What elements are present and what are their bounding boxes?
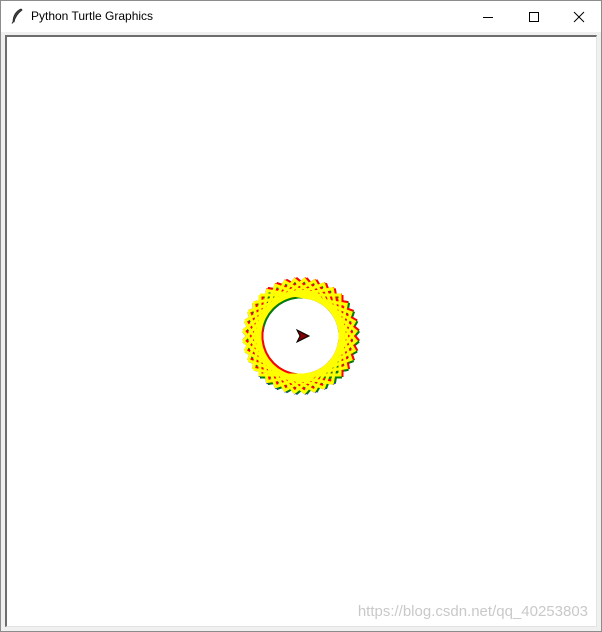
turtle-graphics-window: Python Turtle Graphics https://blog.csdn… [0, 0, 602, 632]
minimize-button[interactable] [465, 1, 511, 32]
watermark: https://blog.csdn.net/qq_40253803 [357, 603, 588, 620]
turtle-arrow-icon [295, 328, 311, 344]
minimize-icon [483, 16, 493, 18]
close-icon [573, 11, 585, 22]
feather-icon [11, 8, 23, 24]
close-button[interactable] [556, 1, 601, 32]
window-title: Python Turtle Graphics [31, 9, 154, 23]
turtle-canvas[interactable] [7, 37, 596, 626]
turtle-arrow-shape [295, 328, 311, 344]
turtle-canvas-frame: https://blog.csdn.net/qq_40253803 [5, 35, 597, 627]
title-bar[interactable]: Python Turtle Graphics [1, 1, 601, 32]
maximize-button[interactable] [511, 1, 557, 32]
maximize-icon [529, 11, 539, 22]
